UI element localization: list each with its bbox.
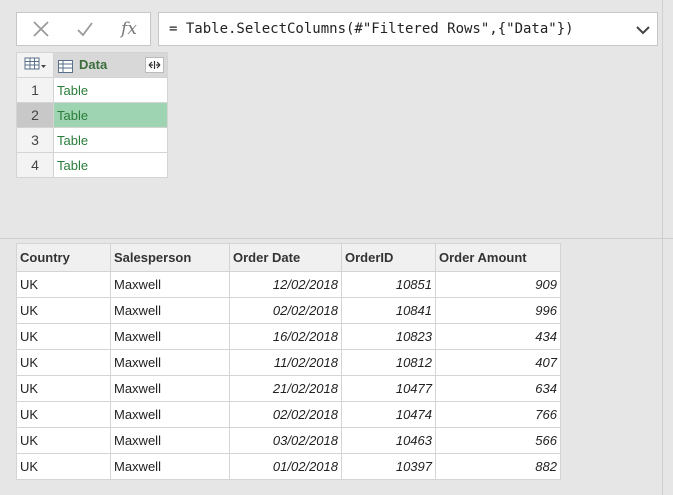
row-number: 4	[16, 152, 54, 178]
cell-order-amount: 996	[435, 297, 561, 324]
cell-order-amount: 634	[435, 375, 561, 402]
cell-salesperson: Maxwell	[110, 323, 230, 350]
table-row: UK Maxwell 16/02/2018 10823 434	[16, 323, 561, 350]
expand-column-icon	[148, 61, 161, 69]
cell-order-date: 02/02/2018	[229, 297, 342, 324]
query-result-grid: Data 1 Table 2 Table 3 Table 4 Table	[16, 52, 168, 178]
cell-order-date: 11/02/2018	[229, 349, 342, 376]
cell-country: UK	[16, 349, 111, 376]
row-number: 2	[16, 102, 54, 128]
scroll-edge	[662, 0, 663, 495]
table-row: UK Maxwell 21/02/2018 10477 634	[16, 375, 561, 402]
cell-salesperson: Maxwell	[110, 271, 230, 298]
table-row-selected[interactable]: 2 Table	[16, 102, 168, 128]
preview-header-row: Country Salesperson Order Date OrderID O…	[16, 243, 561, 272]
row-number: 3	[16, 127, 54, 153]
cell-country: UK	[16, 401, 111, 428]
cell-order-date: 16/02/2018	[229, 323, 342, 350]
preview-table: Country Salesperson Order Date OrderID O…	[16, 243, 561, 480]
cell-order-amount: 434	[435, 323, 561, 350]
cell-salesperson: Maxwell	[110, 427, 230, 454]
table-row: UK Maxwell 01/02/2018 10397 882	[16, 453, 561, 480]
table-cell[interactable]: Table	[53, 77, 168, 103]
table-cell[interactable]: Table	[53, 102, 168, 128]
cell-country: UK	[16, 271, 111, 298]
column-header-label: Data	[79, 57, 108, 73]
cell-order-amount: 882	[435, 453, 561, 480]
cell-order-amount: 909	[435, 271, 561, 298]
cell-country: UK	[16, 297, 111, 324]
table-cell[interactable]: Table	[53, 127, 168, 153]
header-salesperson[interactable]: Salesperson	[110, 243, 230, 272]
table-row: UK Maxwell 12/02/2018 10851 909	[16, 271, 561, 298]
cell-order-date: 02/02/2018	[229, 401, 342, 428]
cell-order-amount: 766	[435, 401, 561, 428]
row-number: 1	[16, 77, 54, 103]
cell-order-date: 21/02/2018	[229, 375, 342, 402]
cell-salesperson: Maxwell	[110, 349, 230, 376]
cell-order-id: 10463	[341, 427, 436, 454]
header-order-amount[interactable]: Order Amount	[435, 243, 561, 272]
cell-order-id: 10851	[341, 271, 436, 298]
table-row: UK Maxwell 02/02/2018 10841 996	[16, 297, 561, 324]
cell-order-id: 10474	[341, 401, 436, 428]
table-cell[interactable]: Table	[53, 152, 168, 178]
cell-country: UK	[16, 323, 111, 350]
cell-order-id: 10477	[341, 375, 436, 402]
header-country[interactable]: Country	[16, 243, 111, 272]
table-row: UK Maxwell 02/02/2018 10474 766	[16, 401, 561, 428]
cell-salesperson: Maxwell	[110, 297, 230, 324]
cell-order-id: 10812	[341, 349, 436, 376]
cell-order-id: 10823	[341, 323, 436, 350]
table-row[interactable]: 3 Table	[16, 127, 168, 153]
pane-divider[interactable]	[0, 238, 673, 239]
cell-salesperson: Maxwell	[110, 375, 230, 402]
cell-salesperson: Maxwell	[110, 401, 230, 428]
table-row[interactable]: 4 Table	[16, 152, 168, 178]
cell-order-id: 10397	[341, 453, 436, 480]
cell-order-date: 12/02/2018	[229, 271, 342, 298]
table-menu-button[interactable]	[16, 52, 54, 78]
column-header-data[interactable]: Data	[53, 52, 168, 78]
header-order-date[interactable]: Order Date	[229, 243, 342, 272]
cell-order-amount: 566	[435, 427, 561, 454]
table-row: UK Maxwell 03/02/2018 10463 566	[16, 427, 561, 454]
table-column-icon	[58, 59, 73, 73]
cell-salesperson: Maxwell	[110, 453, 230, 480]
cell-order-date: 03/02/2018	[229, 427, 342, 454]
table-menu-icon	[24, 57, 46, 69]
expand-column-button[interactable]	[145, 57, 164, 73]
header-order-id[interactable]: OrderID	[341, 243, 436, 272]
table-row: UK Maxwell 11/02/2018 10812 407	[16, 349, 561, 376]
cell-order-amount: 407	[435, 349, 561, 376]
table-row[interactable]: 1 Table	[16, 77, 168, 103]
cell-country: UK	[16, 453, 111, 480]
cell-order-id: 10841	[341, 297, 436, 324]
cell-country: UK	[16, 375, 111, 402]
cell-country: UK	[16, 427, 111, 454]
cell-order-date: 01/02/2018	[229, 453, 342, 480]
